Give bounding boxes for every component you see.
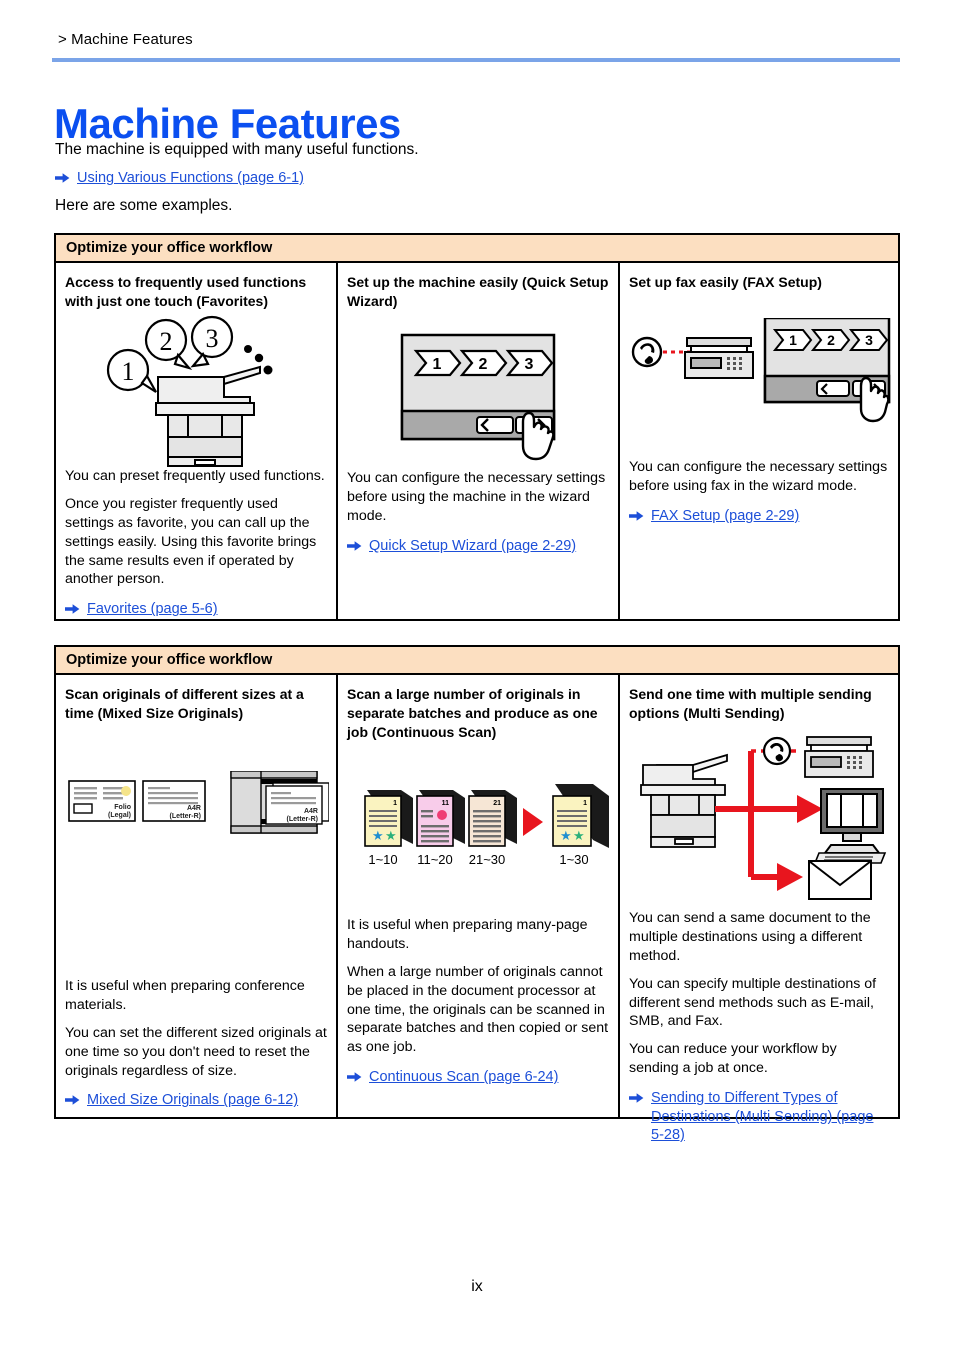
wizard-step-2: 2: [827, 332, 835, 348]
cell-paragraph: When a large number of originals cannot …: [347, 963, 609, 1056]
batch-badge: 11: [442, 800, 450, 807]
cell-paragraph: You can send a same document to the mult…: [629, 910, 871, 964]
label-letter-r: (Letter-R): [170, 813, 202, 820]
cell-paragraph: You can set the different sized original…: [65, 1024, 327, 1079]
label-letter-r-stack: (Letter-R): [287, 816, 319, 823]
link-continuous-scan[interactable]: Continuous Scan (page 6-24): [369, 1068, 558, 1087]
cell-paragraph: You can preset frequently used functions…: [65, 468, 325, 485]
batch-range-1: 1~10: [368, 852, 397, 867]
link-fax-setup[interactable]: FAX Setup (page 2-29): [651, 507, 799, 526]
intro-paragraph-1: The machine is equipped with many useful…: [55, 141, 419, 158]
batch-badge: 1: [393, 800, 397, 807]
breadcrumb: > Machine Features: [58, 31, 193, 48]
batch-range-3: 21~30: [469, 852, 506, 867]
label-a4r-stack: A4R: [304, 808, 318, 815]
feature-cell-quick-setup-wizard: Set up the machine easily (Quick Setup W…: [338, 263, 620, 619]
wizard-step-1: 1: [433, 356, 442, 373]
arrow-to-pc-icon: [797, 795, 823, 824]
arrow-right-icon: [347, 1071, 362, 1087]
feature-cell-mixed-size-originals: Scan originals of different sizes at a t…: [56, 675, 338, 1117]
feature-cell-multi-sending: Send one time with multiple sending opti…: [620, 675, 898, 1143]
table-2-header: Optimize your office workflow: [56, 647, 898, 675]
cell-paragraph: Once you register frequently used settin…: [65, 495, 317, 588]
illustration-wizard-screen: 1 2 3: [347, 315, 609, 469]
cell-paragraph: You can configure the necessary settings…: [629, 459, 888, 494]
illustration-mfp-with-callouts: 1 2 3: [65, 315, 327, 468]
arrow-right-icon: [629, 1092, 644, 1108]
illustration-mixed-size-originals: Folio (Legal) A4R (Letter-R) A4R (Letter…: [65, 727, 329, 921]
svg-text:★: ★: [385, 828, 397, 843]
link-using-various-functions[interactable]: Using Various Functions (page 6-1): [77, 169, 304, 188]
cross-reference-continuous-scan[interactable]: Continuous Scan (page 6-24): [347, 1068, 609, 1087]
svg-text:1: 1: [122, 357, 135, 386]
feature-cell-fax-setup: Set up fax easily (FAX Setup) 1 2 3 You …: [620, 263, 898, 619]
feature-cell-continuous-scan: Scan a large number of originals in sepa…: [338, 675, 620, 1117]
cell-paragraph: It is useful when preparing conference m…: [65, 978, 305, 1013]
wizard-step-3: 3: [525, 356, 534, 373]
wizard-step-1: 1: [789, 332, 797, 348]
header-divider: [52, 58, 900, 62]
cell-paragraph: You can specify multiple destinations of…: [629, 975, 877, 1030]
wizard-step-3: 3: [865, 332, 873, 348]
arrow-right-icon: [629, 510, 644, 526]
link-quick-setup-wizard[interactable]: Quick Setup Wizard (page 2-29): [369, 537, 576, 556]
cell-paragraph: You can reduce your workflow by sending …: [629, 1041, 837, 1077]
illustration-continuous-scan: 1 ★ ★ 1~10 11 11~20 21 21~30 1 ★ ★ 1~30: [347, 746, 609, 892]
cell-paragraph: It is useful when preparing many-page ha…: [347, 917, 588, 952]
cross-reference-fax-setup[interactable]: FAX Setup (page 2-29): [629, 507, 889, 526]
arrow-to-email-icon: [777, 863, 803, 892]
label-legal: (Legal): [108, 812, 131, 819]
svg-text:★: ★: [372, 828, 384, 843]
wizard-step-2: 2: [479, 356, 488, 373]
batch-badge: 21: [493, 800, 501, 807]
batch-range-result: 1~30: [559, 852, 588, 867]
cell-title: Scan a large number of originals in sepa…: [347, 686, 598, 741]
illustration-multi-sending: [629, 727, 889, 905]
svg-text:★: ★: [560, 828, 572, 843]
feature-table-2: Optimize your office workflow Scan origi…: [54, 645, 900, 1143]
svg-text:2: 2: [160, 327, 173, 356]
document-page: > Machine Features Machine Features The …: [0, 0, 954, 1350]
cell-title: Access to frequently used functions with…: [65, 274, 307, 310]
svg-text:★: ★: [573, 828, 585, 843]
cell-title: Scan originals of different sizes at a t…: [65, 686, 304, 722]
label-a4r: A4R: [187, 805, 201, 812]
link-favorites[interactable]: Favorites (page 5-6): [87, 600, 218, 619]
cross-reference-multi-sending[interactable]: Sending to Different Types of Destinatio…: [629, 1089, 889, 1145]
cross-reference-favorites[interactable]: Favorites (page 5-6): [65, 600, 327, 619]
feature-cell-favorites: Access to frequently used functions with…: [56, 263, 338, 619]
link-multi-sending[interactable]: Sending to Different Types of Destinatio…: [651, 1089, 889, 1145]
cell-title: Send one time with multiple sending opti…: [629, 686, 872, 722]
link-mixed-size-originals[interactable]: Mixed Size Originals (page 6-12): [87, 1091, 298, 1110]
intro-paragraph-2: Here are some examples.: [55, 197, 233, 214]
svg-text:3: 3: [206, 324, 219, 353]
arrow-right-icon: [65, 603, 80, 619]
cell-title: Set up the machine easily (Quick Setup W…: [347, 274, 609, 310]
arrow-right-icon: [65, 1094, 80, 1110]
feature-table-1: Optimize your office workflow Access to …: [54, 233, 900, 621]
arrow-right-icon: [347, 540, 362, 556]
arrow-right-icon: [55, 172, 70, 188]
cell-paragraph: You can configure the necessary settings…: [347, 470, 606, 524]
label-folio: Folio: [114, 804, 131, 811]
cross-reference-quick-setup-wizard[interactable]: Quick Setup Wizard (page 2-29): [347, 537, 609, 556]
intro-cross-reference[interactable]: Using Various Functions (page 6-1): [55, 169, 304, 188]
cell-title: Set up fax easily (FAX Setup): [629, 274, 822, 290]
batch-badge: 1: [583, 800, 587, 807]
page-title: Machine Features: [54, 100, 401, 148]
illustration-fax-wizard-screen: 1 2 3: [629, 296, 891, 458]
process-arrow-icon: [523, 808, 543, 837]
page-number: ix: [471, 1278, 483, 1295]
batch-range-2: 11~20: [417, 852, 453, 867]
table-1-header: Optimize your office workflow: [56, 235, 898, 263]
cross-reference-mixed-size-originals[interactable]: Mixed Size Originals (page 6-12): [65, 1091, 327, 1110]
